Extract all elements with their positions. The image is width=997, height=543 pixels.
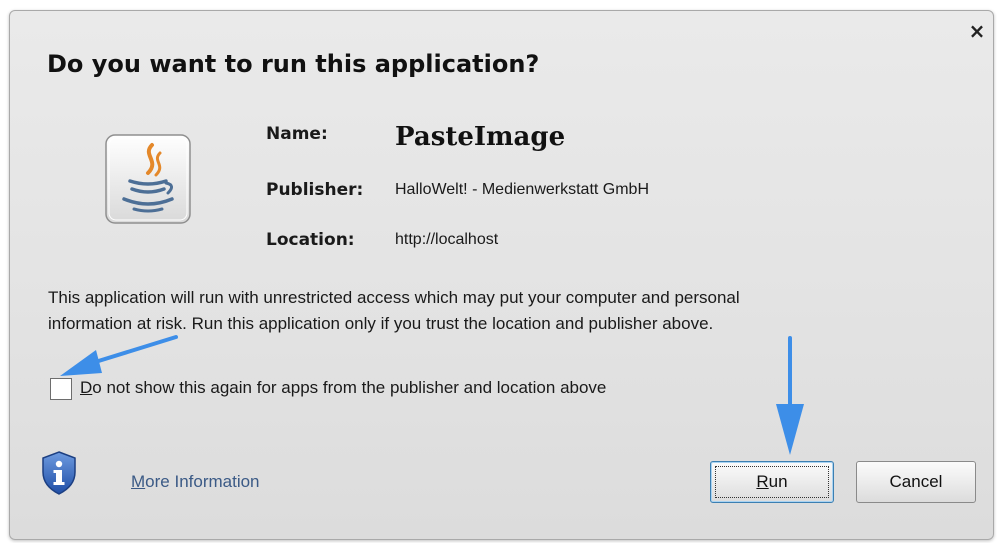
more-information-link[interactable]: More Information [131,472,260,492]
more-info-text: ore Information [145,472,260,491]
security-dialog [9,10,994,540]
do-not-show-label-text: o not show this again for apps from the … [92,378,607,397]
do-not-show-again-checkbox[interactable] [50,378,72,400]
dialog-title: Do you want to run this application? [47,50,540,78]
shield-info-icon [42,451,76,495]
close-icon[interactable]: × [964,18,990,44]
publisher-value: HalloWelt! - Medienwerkstatt GmbH [395,181,649,198]
risk-warning-text: This application will run with unrestric… [48,285,948,337]
cancel-button[interactable]: Cancel [856,461,976,503]
name-label: Name: [266,124,328,144]
location-value: http://localhost [395,231,499,248]
location-label: Location: [266,230,355,250]
run-button[interactable]: Run [710,461,834,503]
do-not-show-mnemonic: D [80,378,93,397]
risk-warning-line-1: This application will run with unrestric… [48,288,740,307]
do-not-show-again-label[interactable]: Do not show this again for apps from the… [80,378,606,398]
risk-warning-line-2: information at risk. Run this applicatio… [48,314,714,333]
publisher-label: Publisher: [266,180,364,200]
java-coffee-cup-icon [105,134,191,224]
name-value: PasteImage [395,122,566,152]
more-info-mnemonic: M [131,472,146,491]
focus-ring [715,466,829,498]
